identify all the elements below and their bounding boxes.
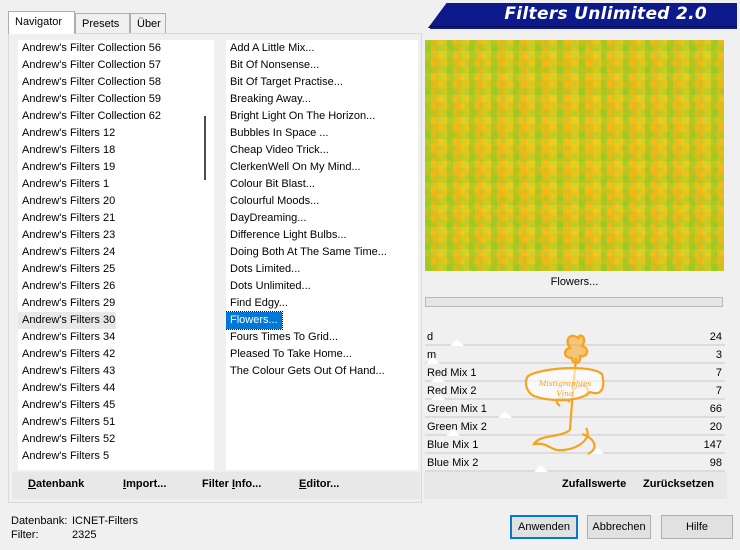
filter-item[interactable]: DayDreaming...	[226, 210, 306, 227]
param-value: 7	[715, 385, 722, 397]
filter-item[interactable]: Bit Of Nonsense...	[226, 57, 319, 74]
filter-item[interactable]: The Colour Gets Out Of Hand...	[226, 363, 385, 380]
filter-item[interactable]: Pleased To Take Home...	[226, 346, 352, 363]
category-item[interactable]: Andrew's Filters 25	[18, 261, 197, 278]
category-item[interactable]: Andrew's Filters 44	[18, 380, 197, 397]
filter-item[interactable]: Colourful Moods...	[226, 193, 319, 210]
category-item[interactable]: Andrew's Filters 19	[18, 159, 197, 176]
filter-item[interactable]: Add A Little Mix...	[226, 40, 314, 57]
random-values-button[interactable]: Zufallswerte	[562, 478, 626, 490]
param-value: 24	[709, 331, 722, 343]
preview-filter-name: Flowers...	[550, 276, 599, 288]
editor-button[interactable]: Editor...	[299, 478, 339, 490]
category-scrollbar[interactable]	[197, 40, 214, 470]
category-item[interactable]: Andrew's Filters 21	[18, 210, 197, 227]
category-item[interactable]: Andrew's Filters 45	[18, 397, 197, 414]
category-list[interactable]: Andrew's Filter Collection 56 Andrew's Fi…	[18, 40, 197, 470]
category-item[interactable]: Andrew's Filters 51	[18, 414, 197, 431]
category-item[interactable]: Andrew's Filter Collection 59	[18, 91, 197, 108]
slider-knob[interactable]	[430, 393, 445, 400]
filter-item[interactable]: Find Edgy...	[226, 295, 288, 312]
category-item[interactable]: Andrew's Filters 34	[18, 329, 197, 346]
filter-item[interactable]: Colour Bit Blast...	[226, 176, 315, 193]
category-item[interactable]: Andrew's Filters 5	[18, 448, 197, 465]
filter-count-status: Filter: 2325	[11, 529, 96, 541]
filter-count-value: 2325	[72, 529, 97, 541]
param-label: Blue Mix 1	[427, 439, 479, 451]
filter-item[interactable]: Cheap Video Trick...	[226, 142, 329, 159]
filter-item[interactable]: Doing Both At The Same Time...	[226, 244, 387, 261]
param-value: 3	[715, 349, 722, 361]
param-value: 98	[709, 457, 722, 469]
category-item[interactable]: Andrew's Filters 24	[18, 244, 197, 261]
filter-info-button[interactable]: Filter Info...	[202, 478, 261, 490]
scroll-thumb[interactable]	[204, 116, 206, 180]
filter-item[interactable]: ClerkenWell On My Mind...	[226, 159, 361, 176]
progress-bar	[425, 297, 723, 307]
category-item[interactable]: Andrew's Filter Collection 58	[18, 74, 197, 91]
category-item[interactable]: Andrew's Filters 23	[18, 227, 197, 244]
watermark-logo: Mistigraphies Vina	[524, 334, 605, 455]
filter-list[interactable]: Add A Little Mix... Bit Of Nonsense... Bit…	[226, 40, 418, 470]
database-status: Datenbank: ICNET-Filters	[11, 515, 138, 527]
category-item[interactable]: Andrew's Filter Collection 62	[18, 108, 197, 125]
database-label: Datenbank:	[11, 515, 68, 527]
param-label: Blue Mix 2	[427, 457, 479, 469]
database-value: ICNET-Filters	[72, 515, 138, 527]
banner-underline	[430, 27, 737, 29]
param-value: 7	[715, 367, 722, 379]
category-item[interactable]: Andrew's Filters 29	[18, 295, 197, 312]
app-title: Filters Unlimited 2.0	[504, 4, 707, 24]
category-item[interactable]: Andrew's Filters 26	[18, 278, 197, 295]
param-value: 66	[709, 403, 722, 415]
category-item[interactable]: Andrew's Filters 20	[18, 193, 197, 210]
watermark-text-line2: Vina	[557, 389, 574, 398]
slider-knob[interactable]	[450, 339, 465, 346]
database-button[interactable]: Datenbank	[28, 478, 84, 490]
category-item[interactable]: Andrew's Filters 52	[18, 431, 197, 448]
category-item[interactable]: Andrew's Filters 43	[18, 363, 197, 380]
param-value: 147	[703, 439, 722, 451]
param-value: 20	[709, 421, 722, 433]
category-item[interactable]: Andrew's Filters 18	[18, 142, 197, 159]
tab-navigator[interactable]: Navigator	[8, 11, 75, 34]
filter-count-label: Filter:	[11, 529, 39, 541]
cancel-button[interactable]: Abbrechen	[587, 515, 651, 539]
param-label: d	[427, 331, 434, 343]
category-item[interactable]: Andrew's Filter Collection 56	[18, 40, 197, 57]
filter-item[interactable]: Dots Limited...	[226, 261, 300, 278]
slider-knob[interactable]	[430, 375, 445, 382]
filter-item[interactable]: Fours Times To Grid...	[226, 329, 338, 346]
filter-preview-image	[425, 40, 724, 271]
filter-item[interactable]: Bubbles In Space ...	[226, 125, 328, 142]
slider-knob[interactable]	[445, 429, 460, 436]
help-button[interactable]: Hilfe	[661, 515, 733, 539]
reset-button[interactable]: Zurücksetzen	[643, 478, 714, 490]
category-item[interactable]: Andrew's Filter Collection 57	[18, 57, 197, 74]
filter-item[interactable]: Bright Light On The Horizon...	[226, 108, 375, 125]
tab-label: Über	[137, 18, 161, 30]
tab-label: Navigator	[15, 16, 63, 28]
tab-label: Presets	[82, 18, 120, 30]
watermark-text-line1: Mistigraphies	[538, 379, 592, 388]
category-item[interactable]: Andrew's Filters 30	[18, 312, 116, 329]
import-button[interactable]: Import...	[123, 478, 166, 490]
slider-knob[interactable]	[426, 357, 441, 364]
filter-item[interactable]: Bit Of Target Practise...	[226, 74, 343, 91]
filter-item[interactable]: Breaking Away...	[226, 91, 311, 108]
slider-knob[interactable]	[498, 411, 513, 418]
apply-button[interactable]: Anwenden	[510, 515, 578, 539]
category-item[interactable]: Andrew's Filters 42	[18, 346, 197, 363]
filter-item[interactable]: Difference Light Bulbs...	[226, 227, 347, 244]
tab-ueber[interactable]: Über	[130, 13, 166, 33]
filter-item[interactable]: Flowers...	[226, 311, 283, 330]
tab-presets[interactable]: Presets	[75, 13, 130, 33]
param-label: Green Mix 1	[427, 403, 487, 415]
title-banner: Filters Unlimited 2.0	[428, 3, 737, 28]
category-item[interactable]: Andrew's Filters 1	[18, 176, 197, 193]
category-item[interactable]: Andrew's Filters 12	[18, 125, 197, 142]
filter-item[interactable]: Dots Unlimited...	[226, 278, 311, 295]
